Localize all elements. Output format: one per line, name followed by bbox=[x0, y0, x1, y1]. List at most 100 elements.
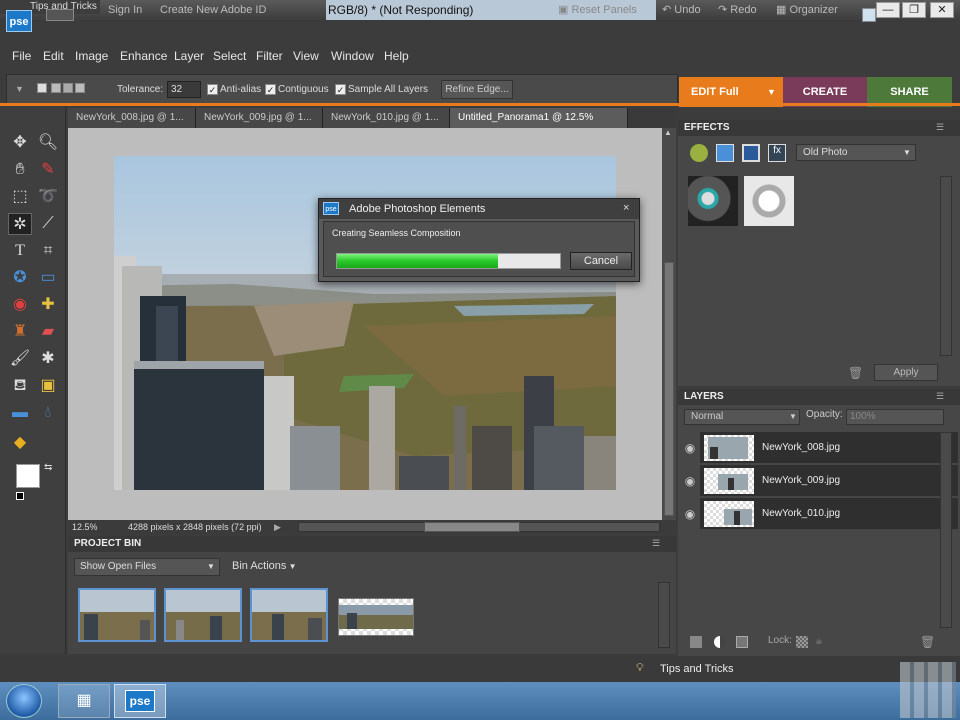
new-layer-icon[interactable] bbox=[690, 636, 702, 648]
bin-thumbnail-1[interactable] bbox=[78, 588, 156, 642]
redo-button[interactable]: ↷ Redo bbox=[718, 0, 757, 20]
organizer-button[interactable]: ▦ Organizer bbox=[776, 0, 838, 20]
move-tool-icon[interactable]: ✥ bbox=[8, 132, 32, 154]
bin-thumbnail-2[interactable] bbox=[164, 588, 242, 642]
cancel-button[interactable]: Cancel bbox=[570, 252, 632, 270]
adjustment-layer-icon[interactable] bbox=[714, 636, 726, 648]
lock-all-icon[interactable]: 🔒︎ bbox=[816, 635, 822, 648]
reset-panels-button[interactable]: ▣ Reset Panels bbox=[558, 0, 637, 20]
layer-row[interactable]: NewYork_010.jpg bbox=[700, 498, 958, 530]
show-files-select[interactable]: Show Open Files ▼ bbox=[74, 558, 220, 576]
scrollbar-thumb[interactable] bbox=[664, 262, 674, 516]
maximize-button[interactable]: ❐ bbox=[902, 2, 926, 18]
layers-scrollbar[interactable] bbox=[940, 432, 952, 628]
tips-and-tricks-link[interactable]: Tips and Tricks bbox=[660, 663, 734, 675]
menu-filter[interactable]: Filter bbox=[256, 44, 283, 68]
tab-newyork-010[interactable]: NewYork_010.jpg @ 1... bbox=[323, 108, 450, 128]
menu-select[interactable]: Select bbox=[213, 44, 246, 68]
shape-tool-icon[interactable]: ▬ bbox=[8, 402, 32, 424]
zoom-tool-icon[interactable]: 🔍︎ bbox=[36, 132, 60, 154]
eye-icon[interactable]: ◉ bbox=[682, 465, 698, 497]
dialog-close-icon[interactable]: × bbox=[623, 202, 629, 214]
layers-menu-icon[interactable]: ☰ bbox=[936, 391, 944, 402]
fx-icon[interactable]: fx bbox=[768, 144, 786, 162]
delete-layer-icon[interactable]: 🗑︎ bbox=[920, 635, 935, 649]
type-tool-icon[interactable]: T bbox=[8, 240, 32, 262]
canvas-vertical-scrollbar[interactable]: ▲ bbox=[662, 128, 676, 520]
close-window-button[interactable]: ✕ bbox=[930, 2, 954, 18]
subtract-selection-icon[interactable] bbox=[63, 83, 73, 93]
effects-scrollbar[interactable] bbox=[940, 176, 952, 356]
clone-stamp-tool-icon[interactable]: ♜ bbox=[8, 321, 32, 343]
healing-brush-tool-icon[interactable]: ✚ bbox=[36, 294, 60, 316]
menu-enhance[interactable]: Enhance bbox=[120, 44, 167, 68]
tab-newyork-009[interactable]: NewYork_009.jpg @ 1... bbox=[196, 108, 323, 128]
start-button-icon[interactable] bbox=[6, 684, 42, 718]
default-colors-icon[interactable] bbox=[16, 492, 24, 500]
pse-taskbar-button[interactable]: pse bbox=[114, 684, 166, 718]
create-id-link[interactable]: Create New Adobe ID bbox=[160, 0, 266, 20]
minimize-button[interactable]: — bbox=[876, 2, 900, 18]
magic-wand-tool-icon[interactable]: ✲ bbox=[8, 213, 32, 235]
workspace-icon[interactable] bbox=[46, 9, 74, 21]
smart-brush-tool-icon[interactable]: ✱ bbox=[36, 348, 60, 370]
sponge-tool-icon[interactable]: ◆ bbox=[8, 432, 32, 454]
scroll-up-icon[interactable]: ▲ bbox=[664, 128, 672, 137]
refine-edge-button[interactable]: Refine Edge... bbox=[441, 80, 513, 99]
effects-menu-icon[interactable]: ☰ bbox=[936, 122, 944, 133]
foreground-color-swatch[interactable] bbox=[16, 464, 40, 488]
red-eye-tool-icon[interactable]: ◉ bbox=[8, 294, 32, 316]
mask-icon[interactable] bbox=[736, 636, 748, 648]
tab-untitled-panorama[interactable]: Untitled_Panorama1 @ 12.5% (RGB/8) * bbox=[450, 108, 628, 143]
anti-alias-checkbox[interactable]: ✓ Anti-alias bbox=[207, 82, 261, 98]
filters-icon[interactable] bbox=[690, 144, 708, 162]
bin-actions-menu[interactable]: Bin Actions ▼ bbox=[232, 558, 297, 575]
bin-thumbnail-panorama[interactable] bbox=[338, 598, 414, 636]
effects-preset-select[interactable]: Old Photo ▼ bbox=[796, 144, 916, 161]
menu-view[interactable]: View bbox=[293, 44, 319, 68]
intersect-selection-icon[interactable] bbox=[75, 83, 85, 93]
effect-thumb-2[interactable] bbox=[744, 176, 794, 226]
organizer-taskbar-icon[interactable]: ▦ bbox=[58, 684, 110, 718]
undo-button[interactable]: ↶ Undo bbox=[662, 0, 701, 20]
eye-icon[interactable]: ◉ bbox=[682, 432, 698, 464]
add-selection-icon[interactable] bbox=[51, 83, 61, 93]
eye-icon[interactable]: ◉ bbox=[682, 498, 698, 530]
gradient-tool-icon[interactable]: ▣ bbox=[36, 375, 60, 397]
cookie-cutter-tool-icon[interactable]: ✪ bbox=[8, 267, 32, 289]
options-menu-icon[interactable]: ▼ bbox=[15, 84, 24, 94]
help-icon[interactable] bbox=[862, 8, 876, 22]
paint-bucket-tool-icon[interactable]: ⛾ bbox=[8, 375, 32, 397]
bin-menu-icon[interactable]: ☰ bbox=[652, 538, 660, 549]
opacity-input[interactable]: 100% bbox=[846, 409, 944, 425]
bin-scrollbar[interactable] bbox=[658, 582, 670, 648]
new-selection-icon[interactable] bbox=[37, 83, 47, 93]
sample-all-checkbox[interactable]: ✓ Sample All Layers bbox=[335, 82, 428, 98]
menu-help[interactable]: Help bbox=[384, 44, 409, 68]
sign-in-link[interactable]: Sign In bbox=[108, 0, 142, 20]
tab-newyork-008[interactable]: NewYork_008.jpg @ 1... bbox=[68, 108, 196, 128]
apply-button[interactable]: Apply bbox=[874, 364, 938, 381]
straighten-tool-icon[interactable]: ▭ bbox=[36, 267, 60, 289]
eraser-tool-icon[interactable]: ▰ bbox=[36, 321, 60, 343]
bin-thumbnail-3[interactable] bbox=[250, 588, 328, 642]
menu-layer[interactable]: Layer bbox=[174, 44, 204, 68]
marquee-tool-icon[interactable]: ⬚ bbox=[8, 186, 32, 208]
eyedropper-tool-icon[interactable]: ✎ bbox=[36, 159, 60, 181]
layer-styles-icon[interactable] bbox=[716, 144, 734, 162]
lock-transparency-icon[interactable] bbox=[796, 636, 808, 648]
effect-thumb-1[interactable] bbox=[688, 176, 738, 226]
menu-window[interactable]: Window bbox=[331, 44, 374, 68]
horizontal-scroll-thumb[interactable] bbox=[424, 522, 520, 532]
layer-row[interactable]: NewYork_008.jpg bbox=[700, 432, 958, 464]
crop-tool-icon[interactable]: ⌗ bbox=[36, 240, 60, 262]
trash-icon[interactable]: 🗑︎ bbox=[848, 366, 863, 380]
status-menu-icon[interactable]: ▶ bbox=[274, 520, 281, 534]
quick-selection-tool-icon[interactable]: ⟋ bbox=[36, 213, 60, 235]
lasso-tool-icon[interactable]: ➰ bbox=[36, 186, 60, 208]
menu-file[interactable]: File bbox=[12, 44, 31, 68]
photo-effects-icon[interactable] bbox=[742, 144, 760, 162]
hand-tool-icon[interactable]: ✋︎ bbox=[8, 159, 32, 181]
blend-mode-select[interactable]: Normal ▼ bbox=[684, 409, 800, 425]
swap-colors-icon[interactable]: ⇆ bbox=[44, 462, 52, 473]
